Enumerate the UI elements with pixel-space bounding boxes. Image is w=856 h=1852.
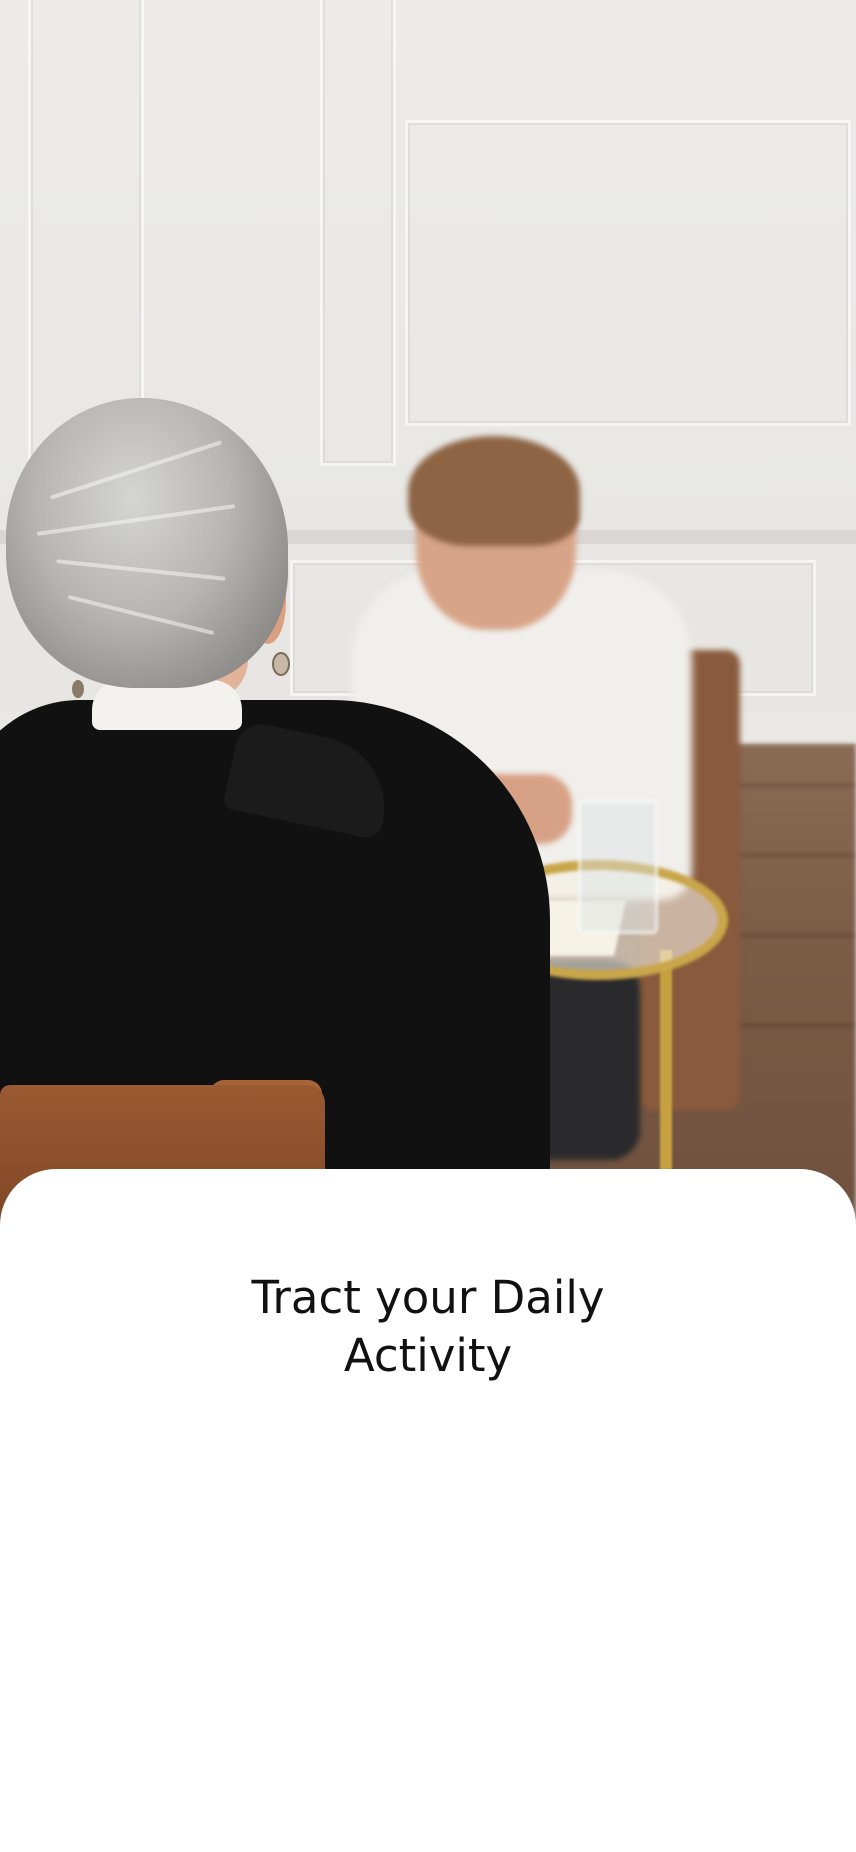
person-hair (408, 436, 580, 546)
title-line-2: Activity (343, 1329, 513, 1382)
person-hair (6, 398, 288, 688)
table-leg (660, 950, 672, 1170)
earring (72, 680, 84, 698)
onboarding-screen: Tract your Daily Activity (0, 0, 856, 1852)
earring (272, 652, 290, 676)
hair-highlight (56, 559, 226, 581)
wall-panel (405, 120, 851, 426)
wall-panel (320, 0, 396, 466)
onboarding-title: Tract your Daily Activity (0, 1269, 856, 1385)
onboarding-card: Tract your Daily Activity (0, 1169, 856, 1852)
hair-highlight (49, 440, 223, 500)
hero-image (0, 0, 856, 1230)
hair-highlight (36, 504, 236, 536)
water-glass (578, 800, 658, 934)
wall-panel (28, 0, 144, 466)
hair-highlight (67, 594, 215, 636)
title-line-1: Tract your Daily (251, 1271, 605, 1324)
